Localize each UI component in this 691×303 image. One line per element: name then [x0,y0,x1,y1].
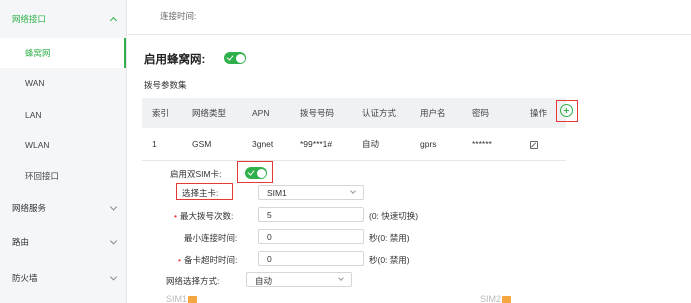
dual-sim-label: 启用双SIM卡: [170,169,222,179]
connection-time-label: 连接时间: [160,11,197,21]
dual-sim-toggle[interactable] [245,167,267,179]
network-mode-label: 网络选择方式: [166,276,220,286]
sidebar-item-label: 路由 [12,237,30,247]
sidebar-item-routing[interactable]: 路由 [0,227,126,257]
sim2-label: SIM2 [480,294,502,303]
max-dial-hint: (0: 快速切换) [369,211,419,221]
sim-icon [188,295,198,303]
sidebar-item-network-services[interactable]: 网络服务 [0,193,126,223]
min-conn-value: 0 [267,232,272,242]
chevron-up-icon [109,16,118,25]
sidebar-item-loopback[interactable]: 环回接口 [0,161,126,191]
sidebar-item-network-interface[interactable]: 网络接口 [0,4,126,34]
edit-icon[interactable] [530,140,538,149]
cell-network-type: GSM [182,128,242,161]
dial-params-table: 索引 网络类型 APN 拨号号码 认证方式 用户名 密码 操作 1 GSM 3g… [142,98,566,161]
col-auth-method: 认证方式 [352,98,410,128]
chevron-down-icon [109,273,118,281]
min-conn-hint: 秒(0: 禁用) [369,233,410,243]
chevron-down-icon [109,203,118,211]
max-dial-label: 最大拨号次数: [179,211,234,221]
check-icon [247,168,255,176]
col-password: 密码 [462,98,520,128]
col-apn: APN [242,98,290,128]
required-marker: • [178,255,181,265]
sidebar-item-label: 网络服务 [12,203,47,213]
main-content: 连接时间: 启用蜂窝网: 拨号参数集 索引 网络类型 APN 拨号号码 认证方式… [128,0,691,303]
cell-apn: 3gnet [242,128,290,161]
sim-icon [502,295,512,303]
cell-dial-number: *99***1# [290,128,352,161]
network-mode-select[interactable]: 自动 [246,272,352,287]
sidebar-item-wlan[interactable]: WLAN [0,130,126,160]
main-card-value: SIM1 [267,188,287,198]
chevron-down-icon [109,237,118,245]
sidebar-item-wan[interactable]: WAN [0,68,126,98]
cell-auth-method: 自动 [352,128,410,161]
cell-index: 1 [142,128,182,161]
main-card-label: 选择主卡: [182,188,219,198]
network-mode-value: 自动 [255,276,273,286]
main-card-select[interactable]: SIM1 [258,185,364,200]
sim2-tab[interactable]: SIM2 [480,294,512,303]
table-header-row: 索引 网络类型 APN 拨号号码 认证方式 用户名 密码 操作 [142,98,566,128]
toggle-knob [235,53,245,63]
status-bar: 连接时间: [128,0,691,35]
cell-username: gprs [410,128,462,161]
sidebar-item-cellular[interactable]: 蜂窝网 [0,38,126,68]
sidebar-item-lan[interactable]: LAN [0,100,126,130]
max-dial-label-wrap: • 最大拨号次数: [174,210,233,222]
backup-timeout-value: 0 [267,254,272,264]
sidebar-item-label: 防火墙 [12,273,38,283]
col-dial-number: 拨号号码 [290,98,352,128]
enable-cellular-label: 启用蜂窝网: [144,54,206,66]
enable-cellular-toggle[interactable] [224,52,246,64]
chevron-down-icon [350,188,356,194]
sidebar: 网络接口 蜂窝网 WAN LAN WLAN 环回接口 网络服务 路由 防火墙 [0,0,127,303]
required-marker: • [174,211,177,221]
sidebar-item-label: 环回接口 [25,171,60,181]
sim1-label: SIM1 [166,294,188,303]
add-circle-icon[interactable] [560,104,573,117]
add-highlight-box [556,100,578,122]
backup-timeout-label-wrap: • 备卡超时时间: [178,254,237,266]
sidebar-item-label: 蜂窝网 [25,48,51,58]
backup-timeout-input[interactable]: 0 [258,251,364,266]
sidebar-item-label: LAN [25,110,42,120]
col-username: 用户名 [410,98,462,128]
cell-actions [520,128,566,161]
sidebar-item-label: WLAN [25,140,50,150]
max-dial-value: 5 [267,210,272,220]
col-network-type: 网络类型 [182,98,242,128]
backup-timeout-label: 备卡超时时间: [183,255,238,265]
sidebar-item-label: 网络接口 [12,14,47,24]
min-conn-label: 最小连接时间: [184,233,238,243]
chevron-down-icon [338,275,344,281]
cell-password: ****** [462,128,520,161]
sidebar-item-firewall[interactable]: 防火墙 [0,263,126,293]
toggle-knob [256,168,266,178]
table-row: 1 GSM 3gnet *99***1# 自动 gprs ****** [142,128,566,161]
check-icon [226,53,234,61]
sidebar-item-label: WAN [25,78,45,88]
backup-timeout-hint: 秒(0: 禁用) [369,255,410,265]
min-conn-input[interactable]: 0 [258,229,364,244]
dial-params-title: 拨号参数集 [144,80,187,90]
max-dial-input[interactable]: 5 [258,207,364,222]
sim1-tab[interactable]: SIM1 [166,294,198,303]
col-index: 索引 [142,98,182,128]
